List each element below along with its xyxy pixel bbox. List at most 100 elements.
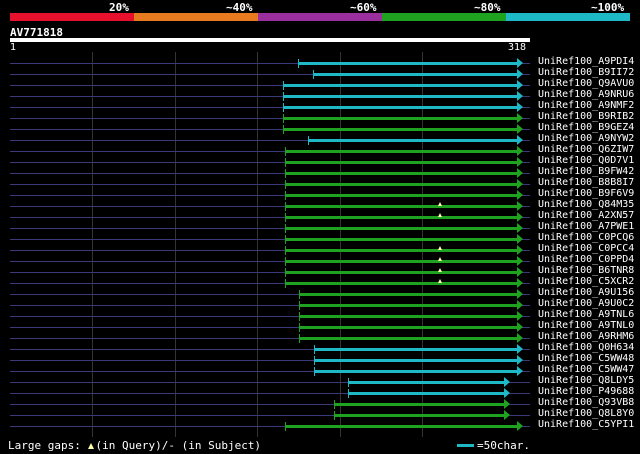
hit-bar[interactable] [284, 260, 517, 263]
hit-arrow-icon [516, 223, 523, 233]
hit-name[interactable]: UniRef100_Q84M35 [538, 199, 634, 210]
hit-bar[interactable] [312, 73, 517, 76]
hit-arrow-icon [516, 355, 523, 365]
hit-name[interactable]: UniRef100_A2XN57 [538, 210, 634, 221]
hit-arrow-icon [516, 289, 523, 299]
hit-name[interactable]: UniRef100_B9F6V9 [538, 188, 634, 199]
hit-start-tick [307, 136, 309, 145]
hit-start-tick [314, 367, 316, 376]
hit-start-tick [284, 268, 286, 277]
hit-name[interactable]: UniRef100_Q8L8Y0 [538, 408, 634, 419]
hit-bar[interactable] [314, 370, 517, 373]
hit-bar[interactable] [284, 194, 517, 197]
hit-start-tick [333, 400, 335, 409]
hit-bar[interactable] [333, 403, 504, 406]
hit-name[interactable]: UniRef100_B9II72 [538, 67, 634, 78]
hit-arrow-icon [503, 410, 510, 420]
hit-name[interactable]: UniRef100_A9TNL0 [538, 320, 634, 331]
hit-name[interactable]: UniRef100_Q0H634 [538, 342, 634, 353]
hit-name[interactable]: UniRef100_B9RIB2 [538, 111, 634, 122]
hit-arrow-icon [516, 256, 523, 266]
hit-name[interactable]: UniRef100_C5WW47 [538, 364, 634, 375]
hit-name[interactable]: UniRef100_B6TNR8 [538, 265, 634, 276]
legend-bar-3 [258, 13, 382, 21]
hit-name[interactable]: UniRef100_A9TNL6 [538, 309, 634, 320]
hit-start-tick [297, 59, 299, 68]
hit-bar[interactable] [314, 359, 517, 362]
hit-name[interactable]: UniRef100_P49688 [538, 386, 634, 397]
hit-start-tick [284, 257, 286, 266]
query-ruler [10, 38, 530, 42]
hit-name[interactable]: UniRef100_C5WW48 [538, 353, 634, 364]
legend-bar-5 [506, 13, 630, 21]
hit-name[interactable]: UniRef100_Q93VB8 [538, 397, 634, 408]
hit-bar[interactable] [284, 238, 517, 241]
hit-bar[interactable] [283, 128, 517, 131]
hit-name[interactable]: UniRef100_Q9AVU0 [538, 78, 634, 89]
hit-name[interactable]: UniRef100_C0PCC4 [538, 243, 634, 254]
hit-bar[interactable] [314, 348, 517, 351]
hit-bar[interactable] [284, 172, 517, 175]
hit-name[interactable]: UniRef100_A9NMF2 [538, 100, 634, 111]
hit-bar[interactable] [299, 304, 517, 307]
hit-name[interactable]: UniRef100_A9PDI4 [538, 56, 634, 67]
hit-bar[interactable] [284, 161, 517, 164]
hit-bar[interactable] [283, 117, 517, 120]
hit-bar[interactable] [284, 205, 517, 208]
hit-bar[interactable] [284, 227, 517, 230]
hit-bar[interactable] [297, 62, 517, 65]
hit-bar[interactable] [299, 315, 517, 318]
hit-start-tick [314, 356, 316, 365]
scale-label: =50char. [477, 439, 530, 452]
hit-start-tick [284, 147, 286, 156]
hit-name[interactable]: UniRef100_A9U156 [538, 287, 634, 298]
hit-bar[interactable] [284, 282, 517, 285]
identity-legend: 20% ~40% ~60% ~80% ~100% [10, 0, 630, 24]
hit-bar[interactable] [348, 381, 504, 384]
query-gap-marker-icon [438, 202, 443, 206]
hit-bar[interactable] [284, 425, 517, 428]
hit-bar[interactable] [348, 392, 504, 395]
hit-bar[interactable] [283, 84, 517, 87]
hit-start-tick [284, 235, 286, 244]
hit-bar[interactable] [299, 337, 517, 340]
hit-name[interactable]: UniRef100_A9U0C2 [538, 298, 634, 309]
hit-name[interactable]: UniRef100_A7PWE1 [538, 221, 634, 232]
hit-name[interactable]: UniRef100_Q0D7V1 [538, 155, 634, 166]
hit-name[interactable]: UniRef100_C0PPD4 [538, 254, 634, 265]
hit-bar[interactable] [284, 271, 517, 274]
hit-name[interactable]: UniRef100_Q6ZIW7 [538, 144, 634, 155]
hit-name[interactable]: UniRef100_C5XCR2 [538, 276, 634, 287]
hit-bar[interactable] [283, 95, 517, 98]
hit-start-tick [333, 411, 335, 420]
hit-bar[interactable] [299, 293, 517, 296]
hit-bar[interactable] [333, 414, 504, 417]
hit-bar[interactable] [284, 249, 517, 252]
query-gap-triangle-icon [88, 443, 95, 449]
hit-start-tick [284, 191, 286, 200]
hit-bar[interactable] [283, 106, 517, 109]
hit-name[interactable]: UniRef100_A9NRU6 [538, 89, 634, 100]
hit-bar[interactable] [284, 216, 517, 219]
hit-bar[interactable] [284, 183, 517, 186]
hit-bar[interactable] [307, 139, 517, 142]
hit-arrow-icon [516, 311, 523, 321]
legend-label-3: ~60% [350, 1, 377, 14]
hit-arrow-icon [503, 388, 510, 398]
hit-name[interactable]: UniRef100_Q8LDY5 [538, 375, 634, 386]
hit-start-tick [284, 279, 286, 288]
hit-name[interactable]: UniRef100_B9GEZ4 [538, 122, 634, 133]
hit-name[interactable]: UniRef100_A9RHM6 [538, 331, 634, 342]
hit-arrow-icon [516, 190, 523, 200]
hit-bar[interactable] [284, 150, 517, 153]
hit-name[interactable]: UniRef100_C5YPI1 [538, 419, 634, 430]
hit-bar[interactable] [299, 326, 517, 329]
hit-name[interactable]: UniRef100_A9NYW2 [538, 133, 634, 144]
hit-arrow-icon [516, 322, 523, 332]
hit-name[interactable]: UniRef100_B8B8I7 [538, 177, 634, 188]
hit-row[interactable]: UniRef100_C5YPI1 [0, 419, 640, 432]
hit-name[interactable]: UniRef100_B9FW42 [538, 166, 634, 177]
scale-bar [457, 444, 474, 447]
hit-name[interactable]: UniRef100_C0PCQ6 [538, 232, 634, 243]
hit-start-tick [299, 323, 301, 332]
